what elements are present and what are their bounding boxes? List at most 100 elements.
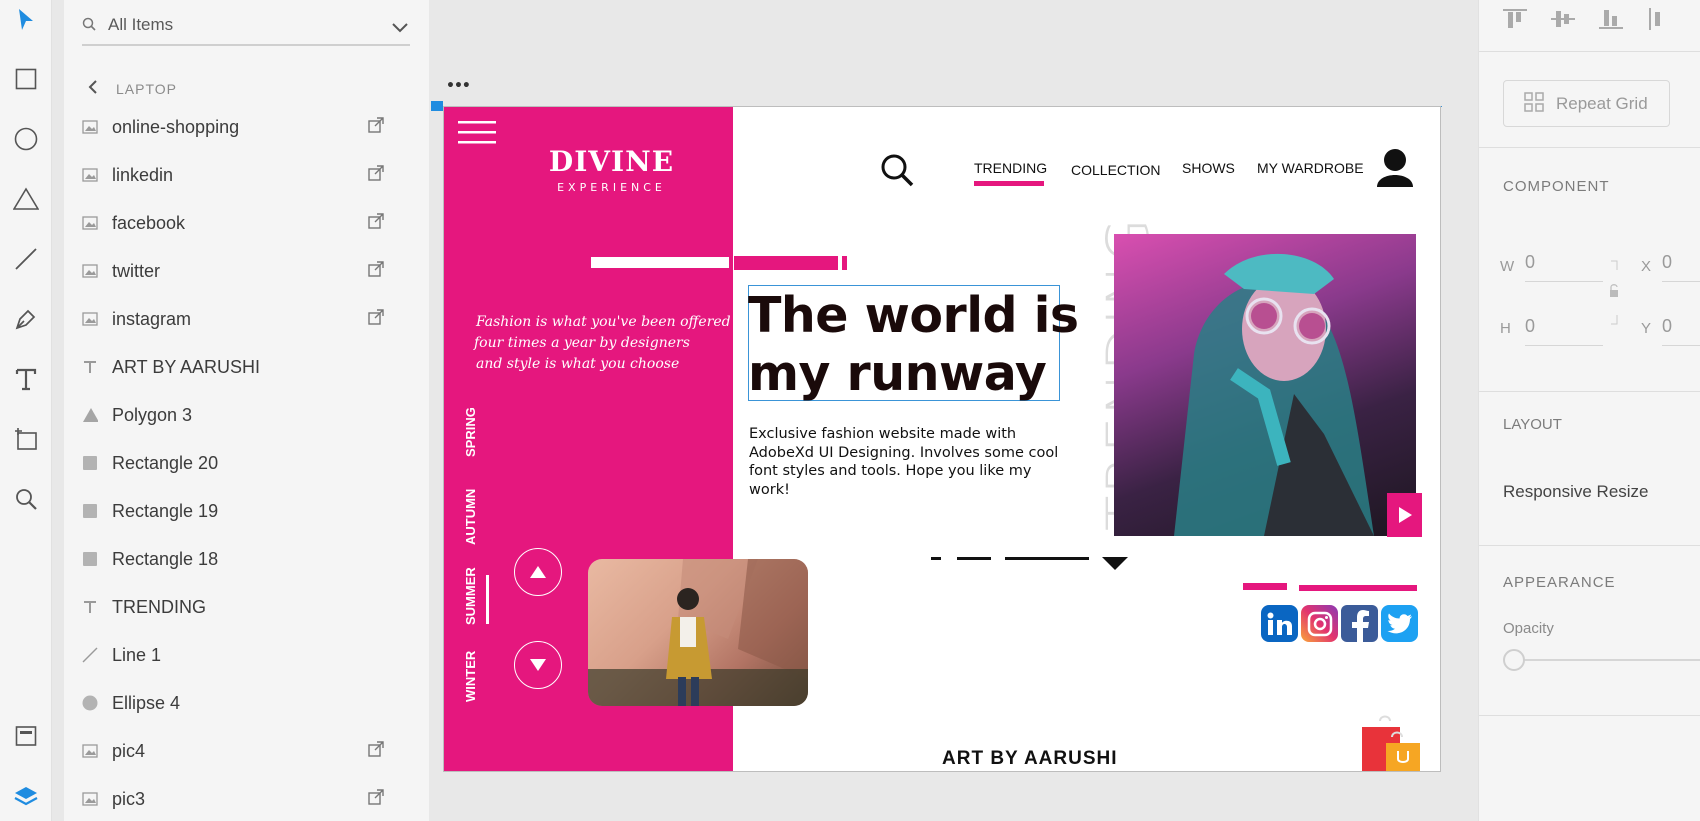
layers-filter-dropdown[interactable]: All Items: [82, 6, 410, 46]
external-link-icon[interactable]: [368, 261, 384, 282]
linkedin-icon[interactable]: [1261, 605, 1298, 642]
pink-bar-tick: [842, 256, 847, 270]
facebook-icon[interactable]: [1341, 605, 1378, 642]
assets-panel-icon[interactable]: [12, 722, 40, 750]
slide-dot-3[interactable]: [1005, 557, 1089, 560]
layer-item-label: Line 1: [112, 644, 162, 665]
opacity-slider-handle[interactable]: [1503, 649, 1525, 671]
layer-item[interactable]: Ellipse 4: [82, 683, 392, 723]
ellipse-tool-icon[interactable]: [12, 125, 40, 153]
align-toolbar: [1479, 0, 1700, 52]
headline-text[interactable]: The world is my runway: [748, 287, 1079, 403]
season-autumn[interactable]: AUTUMN: [463, 489, 478, 545]
rectangle-tool-icon[interactable]: [12, 65, 40, 93]
layer-item-label: pic3: [112, 788, 146, 809]
external-link-icon[interactable]: [368, 741, 384, 762]
text-tool-icon[interactable]: [12, 365, 40, 393]
layer-item[interactable]: online-shopping: [82, 107, 392, 147]
y-field[interactable]: 0: [1662, 316, 1700, 346]
external-link-icon[interactable]: [368, 117, 384, 138]
artboard-handle[interactable]: [431, 101, 443, 111]
layer-item[interactable]: Rectangle 19: [82, 491, 392, 531]
height-field[interactable]: 0: [1525, 316, 1603, 346]
user-avatar-icon[interactable]: [1376, 147, 1414, 191]
white-bar: [591, 257, 729, 268]
align-middle-icon[interactable]: [1551, 8, 1575, 34]
text-icon: [82, 359, 98, 375]
layer-item[interactable]: pic4: [82, 731, 392, 771]
align-bottom-icon[interactable]: [1599, 8, 1623, 34]
external-link-icon[interactable]: [368, 213, 384, 234]
model-photo-small: [588, 559, 808, 706]
season-summer[interactable]: SUMMER: [463, 567, 478, 625]
nav-collection[interactable]: COLLECTION: [1071, 162, 1160, 178]
brand-title: DIVINE: [548, 145, 675, 178]
layer-item[interactable]: TRENDING: [82, 587, 392, 627]
layer-item[interactable]: pic3: [82, 779, 392, 819]
instagram-icon[interactable]: [1301, 605, 1338, 642]
repeat-grid-section: Repeat Grid: [1479, 52, 1700, 148]
artboard-menu-icon[interactable]: •••: [446, 78, 471, 94]
nav-my-wardrobe[interactable]: MY WARDROBE: [1257, 160, 1364, 176]
layer-item-label: twitter: [112, 260, 161, 281]
artboard-tool-icon[interactable]: [12, 425, 40, 453]
distribute-icon[interactable]: [1647, 8, 1671, 34]
width-field[interactable]: 0: [1525, 252, 1603, 282]
search-icon[interactable]: [880, 153, 914, 191]
layers-panel-icon[interactable]: [12, 782, 40, 810]
layer-item[interactable]: ART BY AARUSHI: [82, 347, 392, 387]
play-button[interactable]: [1387, 493, 1422, 537]
scroll-up-button[interactable]: [514, 548, 562, 596]
layers-filter-value: All Items: [108, 15, 174, 34]
season-winter[interactable]: WINTER: [463, 651, 478, 702]
fashion-quote: Fashion is what you've been offered four…: [474, 312, 731, 375]
nav-shows[interactable]: SHOWS: [1182, 160, 1235, 176]
layer-item[interactable]: Line 1: [82, 635, 392, 675]
repeat-grid-button[interactable]: Repeat Grid: [1503, 80, 1670, 127]
season-spring[interactable]: SPRING: [463, 407, 478, 457]
triangle-tool-icon[interactable]: [12, 185, 40, 213]
artboard-laptop[interactable]: DIVINE EXPERIENCE Fashion is what you've…: [443, 106, 1441, 772]
rectangle-icon: [82, 503, 98, 519]
layer-item[interactable]: facebook: [82, 203, 392, 243]
nav-trending[interactable]: TRENDING: [974, 160, 1047, 176]
layer-item-label: pic4: [112, 740, 146, 761]
layer-item[interactable]: Rectangle 18: [82, 539, 392, 579]
opacity-slider-track[interactable]: [1515, 659, 1700, 661]
repeat-grid-label: Repeat Grid: [1556, 93, 1648, 113]
pen-tool-icon[interactable]: [12, 305, 40, 333]
hamburger-menu-icon[interactable]: [458, 121, 496, 149]
arrow-down-icon: [530, 659, 546, 671]
lock-aspect-icon[interactable]: [1607, 260, 1621, 334]
height-label: H: [1500, 320, 1511, 337]
external-link-icon[interactable]: [368, 309, 384, 330]
arrow-up-icon: [530, 566, 546, 578]
layer-item[interactable]: instagram: [82, 299, 392, 339]
zoom-tool-icon[interactable]: [12, 485, 40, 513]
twitter-icon[interactable]: [1381, 605, 1418, 642]
layer-item[interactable]: linkedin: [82, 155, 392, 195]
component-heading: COMPONENT: [1503, 178, 1610, 195]
social-pink-bar-short: [1243, 583, 1287, 590]
x-label: X: [1641, 258, 1652, 275]
responsive-resize-toggle[interactable]: Responsive Resize: [1503, 482, 1649, 502]
layer-item[interactable]: Polygon 3: [82, 395, 392, 435]
slide-dot-1[interactable]: [931, 557, 941, 560]
chevron-down-icon[interactable]: [392, 18, 408, 37]
layer-item[interactable]: twitter: [82, 251, 392, 291]
external-link-icon[interactable]: [368, 789, 384, 810]
line-tool-icon[interactable]: [12, 245, 40, 273]
slide-dropdown-icon[interactable]: [1102, 556, 1128, 575]
x-field[interactable]: 0: [1662, 252, 1700, 282]
layer-item[interactable]: Rectangle 20: [82, 443, 392, 483]
tool-bar: [0, 0, 52, 821]
slide-dot-2[interactable]: [957, 557, 991, 560]
width-label: W: [1500, 258, 1515, 275]
select-tool-icon[interactable]: [12, 6, 40, 34]
align-top-icon[interactable]: [1503, 8, 1527, 34]
chevron-left-icon[interactable]: [88, 80, 98, 97]
scroll-down-button[interactable]: [514, 641, 562, 689]
shopping-bag-icon[interactable]: [1362, 713, 1422, 771]
rectangle-icon: [82, 455, 98, 471]
external-link-icon[interactable]: [368, 165, 384, 186]
